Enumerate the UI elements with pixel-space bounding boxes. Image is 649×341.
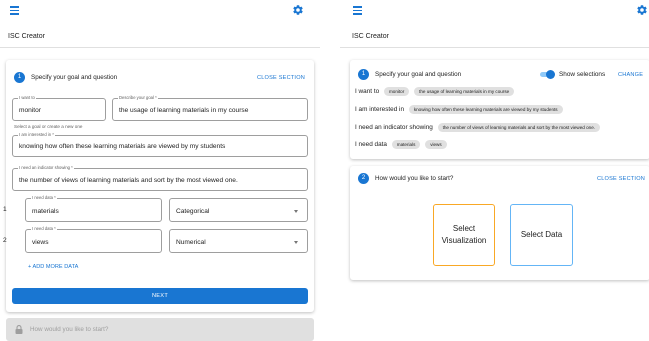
chevron-down-icon <box>294 241 298 244</box>
goal-helper-text: Select a goal or create a new one <box>14 124 83 129</box>
select-visualization-option[interactable]: Select Visualization <box>433 204 495 266</box>
page-title: ISC Creator <box>8 33 45 40</box>
step2-disabled-card: How would you like to start? <box>6 318 314 341</box>
data-row-index: 1 <box>3 206 7 213</box>
interest-input[interactable]: I am interested in * knowing how often t… <box>12 132 308 157</box>
gear-icon[interactable] <box>292 4 304 16</box>
data-input[interactable]: I need data * views <box>25 226 162 253</box>
selection-chip: knowing how often these learning materia… <box>408 105 563 114</box>
data-value: materials <box>32 208 59 215</box>
selection-chip: the usage of learning materials in my co… <box>414 87 515 96</box>
select-data-label: Select Data <box>520 230 563 239</box>
interest-value: knowing how often these learning materia… <box>19 143 226 150</box>
goal-input[interactable]: Describe your goal * the usage of learni… <box>112 95 308 121</box>
summary-want-prefix: I want to <box>355 88 380 96</box>
select-data-option[interactable]: Select Data <box>510 204 573 266</box>
left-pane: ISC Creator 1 Specify your goal and ques… <box>0 0 320 341</box>
right-pane: ISC Creator 1 Specify your goal and ques… <box>340 0 649 341</box>
step1-summary-card: 1 Specify your goal and question Show se… <box>350 60 649 159</box>
next-button[interactable]: NEXT <box>12 288 308 304</box>
data-type-value: Categorical <box>176 208 210 215</box>
data-input[interactable]: I need data * materials <box>25 195 162 222</box>
lock-icon <box>15 325 23 334</box>
page-title: ISC Creator <box>352 33 389 40</box>
data-label: I need data * <box>31 195 57 200</box>
step2-disabled-title: How would you like to start? <box>30 326 109 333</box>
menu-icon[interactable] <box>10 6 19 15</box>
show-selections-toggle[interactable] <box>539 70 555 79</box>
summary-interest: I am interested in knowing how often the… <box>355 105 563 114</box>
summary-want: I want to monitor the usage of learning … <box>355 87 515 96</box>
want-select[interactable]: I want to monitor <box>12 95 106 121</box>
selection-chip: views <box>425 140 447 149</box>
summary-indicator: I need an indicator showing the number o… <box>355 123 601 132</box>
data-value: views <box>32 239 49 246</box>
show-selections-label: Show selections <box>559 71 606 78</box>
selection-chip: materials <box>391 140 421 149</box>
top-bar <box>0 0 320 23</box>
indicator-value: the number of views of learning material… <box>19 177 238 184</box>
chevron-down-icon <box>294 210 298 213</box>
menu-icon[interactable] <box>353 6 362 15</box>
summary-data: I need data materials views <box>355 140 447 149</box>
change-button[interactable]: CHANGE <box>618 72 643 78</box>
step-title: Specify your goal and question <box>31 74 118 81</box>
step-title: Specify your goal and question <box>375 71 462 78</box>
step1-card: 1 Specify your goal and question CLOSE S… <box>3 60 314 312</box>
add-more-data-button[interactable]: + ADD MORE DATA <box>28 264 78 270</box>
summary-interest-prefix: I am interested in <box>355 106 405 114</box>
title-divider <box>340 47 649 48</box>
goal-label: Describe your goal * <box>118 95 158 100</box>
indicator-label: I need an indicator showing * <box>18 165 74 170</box>
top-bar <box>340 0 649 23</box>
data-type-value: Numerical <box>176 239 206 246</box>
data-type-select[interactable]: Numerical <box>169 229 308 253</box>
step-number: 1 <box>14 72 25 83</box>
step2-card: 2 How would you like to start? CLOSE SEC… <box>350 166 649 280</box>
selection-chip: monitor <box>383 87 410 96</box>
step-number: 1 <box>358 69 369 80</box>
summary-data-prefix: I need data <box>355 141 387 149</box>
indicator-input[interactable]: I need an indicator showing * the number… <box>12 165 308 191</box>
data-label: I need data * <box>31 226 57 231</box>
gear-icon[interactable] <box>636 4 648 16</box>
select-visualization-label: Select Visualization <box>441 224 487 245</box>
want-label: I want to <box>18 95 36 100</box>
title-divider <box>0 47 320 48</box>
want-value: monitor <box>19 107 41 114</box>
interest-label: I am interested in * <box>18 132 55 137</box>
step-number: 2 <box>358 173 369 184</box>
data-type-select[interactable]: Categorical <box>169 198 308 222</box>
close-section-button[interactable]: CLOSE SECTION <box>257 75 305 81</box>
close-section-button[interactable]: CLOSE SECTION <box>597 176 645 182</box>
summary-indicator-prefix: I need an indicator showing <box>355 124 433 132</box>
selection-chip: the number of views of learning material… <box>437 123 601 132</box>
goal-value: the usage of learning materials in my co… <box>119 107 249 114</box>
data-row-index: 2 <box>3 237 7 244</box>
step-title: How would you like to start? <box>375 175 454 182</box>
